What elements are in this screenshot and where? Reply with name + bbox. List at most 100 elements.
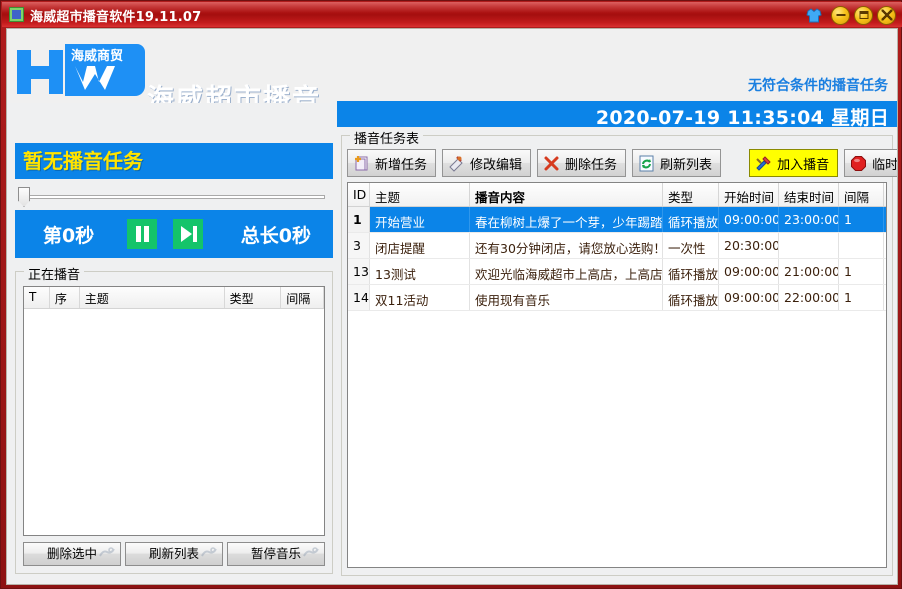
app-icon — [9, 7, 24, 22]
new-task-icon — [353, 155, 370, 172]
task-table-column-header[interactable]: 间隔 — [839, 183, 884, 206]
title-bar[interactable]: 海威超市播音软件19.11.07 — [2, 2, 902, 27]
table-row[interactable]: 1313测试欢迎光临海威超市上高店，上高店即循环播放09:00:0021:00:… — [348, 259, 886, 285]
pause-icon[interactable] — [127, 219, 157, 249]
task-table-group: 播音任务表 新增任务修改编辑删除任务刷新列表加入播音临时播音 ID主题播音内容类… — [341, 135, 893, 576]
toolbar-button[interactable]: 删除任务 — [537, 149, 626, 177]
client-area: 海威商贸 海威超市播音 无符合条件的播音任务 2020-07-19 11:35:… — [6, 28, 898, 585]
now-playing-list-header: T序主题类型间隔 — [24, 287, 324, 309]
table-cell: 循环播放 — [663, 259, 719, 284]
table-row[interactable]: 14双11活动使用现有音乐循环播放09:00:0022:00:001 — [348, 285, 886, 311]
task-table-column-header[interactable]: 结束时间 — [779, 183, 839, 206]
banner-title: 海威超市播音 — [147, 77, 321, 103]
left-footer-button-label: 刷新列表 — [149, 546, 199, 561]
table-cell: 1 — [839, 285, 884, 310]
window-controls — [805, 5, 896, 25]
task-toolbar: 新增任务 修改编辑 删除任务 刷新列表 加入播音 临时播音 — [347, 148, 898, 178]
left-footer-button-label: 删除选中 — [47, 546, 97, 561]
task-table-column-header[interactable]: 播音内容 — [470, 183, 663, 206]
next-track-icon[interactable] — [173, 219, 203, 249]
close-button[interactable] — [877, 6, 896, 25]
task-table-body[interactable]: 1开始营业春在柳树上爆了一个芽，少年踢踏着循环播放09:00:0023:00:0… — [348, 207, 886, 311]
now-playing-column-header[interactable]: 间隔 — [281, 287, 324, 308]
table-cell: 春在柳树上爆了一个芽，少年踢踏着 — [470, 207, 663, 232]
total-time-label: 总长0秒 — [241, 221, 311, 248]
table-cell: 20:30:00 — [719, 233, 779, 258]
table-cell: 23:00:00 — [779, 207, 839, 232]
window-title: 海威超市播音软件19.11.07 — [30, 6, 201, 25]
status-note: 无符合条件的播音任务 — [748, 75, 888, 95]
left-footer-button[interactable]: 暂停音乐 — [227, 542, 325, 566]
table-cell: 欢迎光临海威超市上高店，上高店即 — [470, 259, 663, 284]
player-controls: 第0秒 总长0秒 — [15, 210, 333, 258]
now-playing-column-header[interactable]: 序 — [50, 287, 80, 308]
table-cell: 还有30分钟闭店，请您放心选购！ — [470, 233, 663, 258]
minimize-button[interactable] — [831, 6, 850, 25]
toolbar-button[interactable]: 临时播音 — [844, 149, 898, 177]
table-cell: 13测试 — [370, 259, 470, 284]
progress-slider[interactable] — [15, 187, 333, 207]
header-banner: 海威商贸 海威超市播音 无符合条件的播音任务 — [7, 29, 897, 103]
table-cell: 1 — [839, 207, 884, 232]
task-table-group-title: 播音任务表 — [350, 128, 423, 147]
now-playing-column-header[interactable]: 类型 — [225, 287, 282, 308]
now-playing-list-body[interactable] — [24, 309, 324, 536]
watermark-icon — [98, 545, 116, 559]
left-panel: 暂无播音任务 第0秒 总长0秒 正在播音 — [11, 103, 337, 580]
table-cell: 21:00:00 — [779, 259, 839, 284]
table-row[interactable]: 3闭店提醒还有30分钟闭店，请您放心选购！一次性20:30:00 — [348, 233, 886, 259]
shirt-icon[interactable] — [805, 6, 823, 24]
table-cell-id: 14 — [348, 285, 370, 310]
left-footer-buttons: 删除选中 刷新列表 暂停音乐 — [23, 542, 325, 566]
toolbar-button-label: 删除任务 — [565, 154, 617, 173]
task-table-column-header[interactable]: ID — [348, 183, 370, 206]
table-cell-id: 3 — [348, 233, 370, 258]
refresh-icon — [638, 155, 655, 172]
task-table[interactable]: ID主题播音内容类型开始时间结束时间间隔 1开始营业春在柳树上爆了一个芽，少年踢… — [347, 182, 887, 568]
table-cell: 循环播放 — [663, 207, 719, 232]
current-time-label: 第0秒 — [43, 221, 94, 248]
toolbar-button-label: 临时播音 — [872, 154, 898, 173]
toolbar-button-label: 修改编辑 — [470, 154, 522, 173]
now-playing-column-header[interactable]: 主题 — [80, 287, 225, 308]
task-table-column-header[interactable]: 开始时间 — [719, 183, 779, 206]
table-cell: 一次性 — [663, 233, 719, 258]
table-cell-id: 1 — [348, 207, 370, 232]
toolbar-button[interactable]: 加入播音 — [749, 149, 838, 177]
left-footer-button[interactable]: 刷新列表 — [125, 542, 223, 566]
table-cell: 双11活动 — [370, 285, 470, 310]
toolbar-button[interactable]: 刷新列表 — [632, 149, 721, 177]
table-row[interactable]: 1开始营业春在柳树上爆了一个芽，少年踢踏着循环播放09:00:0023:00:0… — [348, 207, 886, 233]
table-cell-id: 13 — [348, 259, 370, 284]
task-table-column-header[interactable]: 主题 — [370, 183, 470, 206]
now-playing-list[interactable]: T序主题类型间隔 — [23, 286, 325, 536]
left-footer-button[interactable]: 删除选中 — [23, 542, 121, 566]
table-cell: 22:00:00 — [779, 285, 839, 310]
table-cell: 1 — [839, 259, 884, 284]
watermark-icon — [200, 545, 218, 559]
right-panel: 播音任务表 新增任务修改编辑删除任务刷新列表加入播音临时播音 ID主题播音内容类… — [341, 103, 893, 580]
slider-thumb[interactable] — [18, 187, 30, 207]
now-playing-column-header[interactable]: T — [24, 287, 50, 308]
application-window: 海威超市播音软件19.11.07 — [0, 0, 902, 589]
table-cell: 开始营业 — [370, 207, 470, 232]
table-cell: 09:00:00 — [719, 285, 779, 310]
task-table-empty-space — [348, 311, 886, 568]
toolbar-button-label: 新增任务 — [375, 154, 427, 173]
toolbar-button-label: 刷新列表 — [660, 154, 712, 173]
table-cell: 使用现有音乐 — [470, 285, 663, 310]
toolbar-button-label: 加入播音 — [777, 154, 829, 173]
watermark-icon — [302, 545, 320, 559]
toolbar-button[interactable]: 修改编辑 — [442, 149, 531, 177]
maximize-button[interactable] — [854, 6, 873, 25]
now-playing-group: 正在播音 T序主题类型间隔 删除选中刷新列表暂停音乐 — [15, 271, 333, 574]
tools-icon — [755, 155, 772, 172]
toolbar-button[interactable]: 新增任务 — [347, 149, 436, 177]
table-cell: 09:00:00 — [719, 259, 779, 284]
slider-rail — [25, 195, 325, 199]
left-footer-button-label: 暂停音乐 — [251, 546, 301, 561]
svg-text:海威商贸: 海威商贸 — [71, 48, 123, 64]
task-table-column-header[interactable]: 类型 — [663, 183, 719, 206]
task-table-header: ID主题播音内容类型开始时间结束时间间隔 — [348, 183, 886, 207]
now-playing-title: 暂无播音任务 — [15, 143, 333, 179]
